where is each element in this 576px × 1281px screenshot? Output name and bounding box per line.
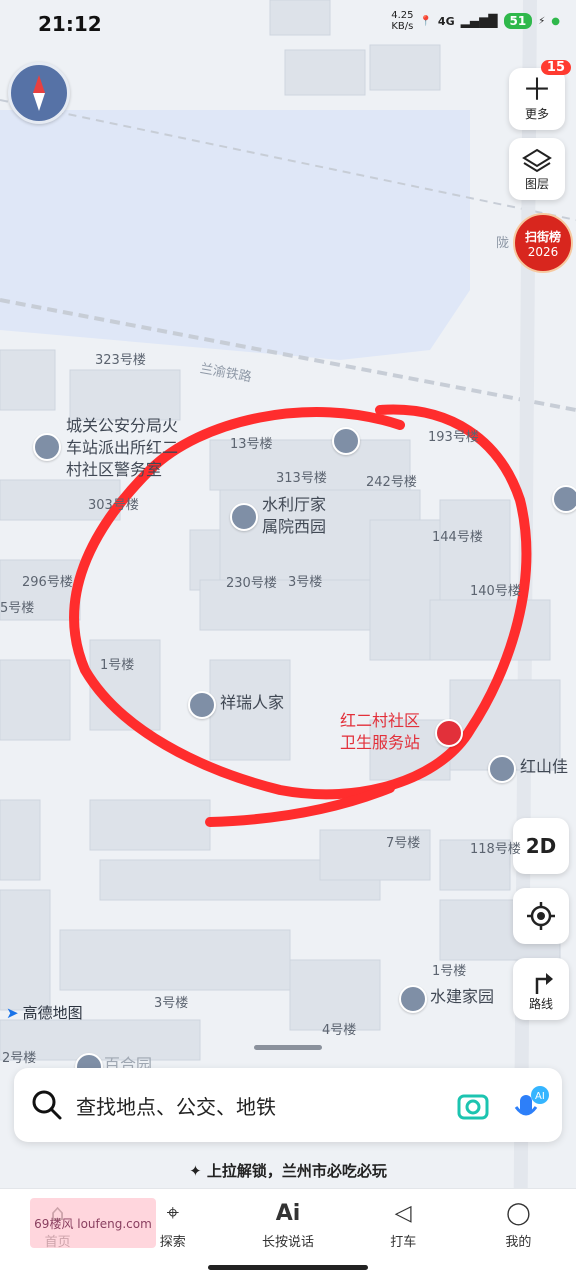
hospital-icon[interactable] bbox=[435, 719, 463, 747]
nav-profile[interactable]: ◯ 我的 bbox=[461, 1189, 576, 1281]
building-label: 313号楼 bbox=[276, 471, 327, 486]
building-label: 1号楼 bbox=[100, 658, 135, 673]
location-icon: 📍 bbox=[419, 15, 432, 27]
poi-line: 城关公安分局火 bbox=[66, 416, 179, 435]
route-turn-icon bbox=[535, 972, 553, 994]
poi-line: 属院西园 bbox=[262, 517, 327, 536]
poi-line: 村社区警务室 bbox=[66, 460, 163, 479]
ai-voice-icon[interactable]: AI bbox=[510, 1085, 550, 1125]
building-label: 193号楼 bbox=[428, 430, 479, 445]
poi-shuili-residence[interactable]: 水利厅家 属院西园 bbox=[262, 494, 326, 538]
privacy-dot-icon: ● bbox=[551, 15, 560, 27]
net-speed-value: 4.25 bbox=[391, 10, 414, 21]
poi-community-clinic[interactable]: 红二村社区 卫生服务站 bbox=[340, 710, 420, 754]
compass-icon[interactable] bbox=[8, 62, 70, 124]
building-label: 1号楼 bbox=[432, 964, 467, 979]
building-label: 242号楼 bbox=[366, 475, 417, 490]
route-button[interactable]: 路线 bbox=[513, 958, 569, 1020]
sparkle-icon: ✦ bbox=[189, 1162, 207, 1180]
restroom-icon[interactable] bbox=[332, 427, 360, 455]
building-label: 3号楼 bbox=[154, 996, 189, 1011]
building-label: 118号楼 bbox=[470, 842, 521, 857]
poi-police-station[interactable]: 城关公安分局火 车站派出所红二 村社区警务室 bbox=[66, 415, 178, 481]
layers-icon bbox=[522, 148, 552, 172]
taxi-icon: ◁ bbox=[394, 1201, 412, 1226]
amap-arrow-icon: ➤ bbox=[6, 1003, 19, 1022]
view-2d-button[interactable]: 2D bbox=[513, 818, 569, 874]
poi-hongshan[interactable]: 红山佳 bbox=[520, 756, 568, 778]
nav-profile-label: 我的 bbox=[505, 1235, 532, 1250]
jiepai-title: 扫街榜 bbox=[524, 229, 561, 244]
layers-label: 图层 bbox=[524, 176, 549, 191]
restroom-icon[interactable] bbox=[552, 485, 576, 513]
promo-text: 上拉解锁，兰州市必吃必玩 bbox=[206, 1162, 387, 1180]
poi-line: 水利厅家 bbox=[262, 495, 327, 514]
crosshair-icon bbox=[527, 902, 555, 930]
jiepai-ranking-button[interactable]: 扫街榜 2026 bbox=[513, 213, 573, 273]
building-label: 140号楼 bbox=[470, 584, 521, 599]
sheet-drag-handle[interactable] bbox=[254, 1045, 322, 1050]
building-label: 303号楼 bbox=[88, 498, 139, 513]
poi-line: 卫生服务站 bbox=[340, 733, 421, 752]
promo-bar[interactable]: ✦ 上拉解锁，兰州市必吃必玩 bbox=[0, 1160, 576, 1181]
ai-icon: Ai bbox=[275, 1201, 301, 1226]
building-label: 2号楼 bbox=[2, 1051, 37, 1066]
layers-button[interactable]: 图层 bbox=[509, 138, 565, 200]
building-label: 13号楼 bbox=[230, 437, 273, 452]
route-label: 路线 bbox=[528, 996, 553, 1011]
location-pin-icon: ⌖ bbox=[166, 1201, 179, 1226]
residential-icon[interactable] bbox=[230, 503, 258, 531]
building-label: 5号楼 bbox=[0, 601, 35, 616]
more-button[interactable]: 15 ＋ 更多 bbox=[509, 60, 571, 130]
building-label: 323号楼 bbox=[95, 353, 146, 368]
charging-icon: ⚡ bbox=[538, 15, 546, 27]
battery-indicator: 51 bbox=[503, 13, 533, 29]
search-input[interactable]: 查找地点、公交、地铁 bbox=[76, 1091, 276, 1120]
amap-logo: ➤ 高德地图 bbox=[6, 1002, 83, 1023]
residential-icon[interactable] bbox=[488, 755, 516, 783]
network-type: 4G bbox=[437, 14, 455, 28]
svg-text:AI: AI bbox=[535, 1091, 545, 1102]
camera-search-icon[interactable] bbox=[456, 1089, 492, 1121]
railway-label-end: 陇 bbox=[496, 236, 510, 251]
watermark: 69楼风 loufeng.com bbox=[30, 1198, 156, 1248]
nav-explore-label: 探索 bbox=[159, 1235, 186, 1250]
amap-brand-text: 高德地图 bbox=[22, 1004, 83, 1022]
water-area bbox=[0, 110, 470, 360]
nav-taxi-label: 打车 bbox=[390, 1235, 417, 1250]
residential-icon[interactable] bbox=[188, 691, 216, 719]
building-label: 7号楼 bbox=[386, 836, 421, 851]
building-label: 296号楼 bbox=[22, 575, 73, 590]
net-speed-unit: KB/s bbox=[391, 21, 414, 32]
poi-xiangrui[interactable]: 祥瑞人家 bbox=[220, 692, 284, 714]
building-label: 3号楼 bbox=[288, 575, 323, 590]
user-icon: ◯ bbox=[506, 1201, 531, 1226]
nav-voice-label: 长按说话 bbox=[262, 1235, 315, 1250]
status-time: 21:12 bbox=[38, 12, 102, 36]
poi-line: 红二村社区 bbox=[340, 711, 421, 730]
more-badge: 15 bbox=[540, 60, 571, 75]
building-label: 144号楼 bbox=[432, 530, 483, 545]
status-indicators: 4.25 KB/s 📍 4G ▂▄▆█ 51 ⚡ ● bbox=[391, 10, 560, 32]
net-speed: 4.25 KB/s bbox=[391, 10, 413, 32]
more-label: 更多 bbox=[524, 106, 549, 121]
building-label: 4号楼 bbox=[322, 1023, 357, 1038]
search-bar[interactable]: 查找地点、公交、地铁 AI bbox=[14, 1068, 562, 1142]
search-icon bbox=[32, 1090, 62, 1120]
compass-needle-icon bbox=[33, 75, 45, 111]
plus-icon: ＋ bbox=[522, 72, 552, 108]
locate-button[interactable] bbox=[513, 888, 569, 944]
signal-icon: ▂▄▆█ bbox=[460, 14, 498, 28]
poi-line: 车站派出所红二 bbox=[66, 438, 179, 457]
police-station-icon[interactable] bbox=[33, 433, 61, 461]
residential-icon[interactable] bbox=[399, 985, 427, 1013]
jiepai-year: 2026 bbox=[527, 244, 559, 259]
home-indicator bbox=[208, 1265, 368, 1270]
building-label: 230号楼 bbox=[226, 576, 277, 591]
poi-shuijian[interactable]: 水建家园 bbox=[430, 986, 494, 1008]
